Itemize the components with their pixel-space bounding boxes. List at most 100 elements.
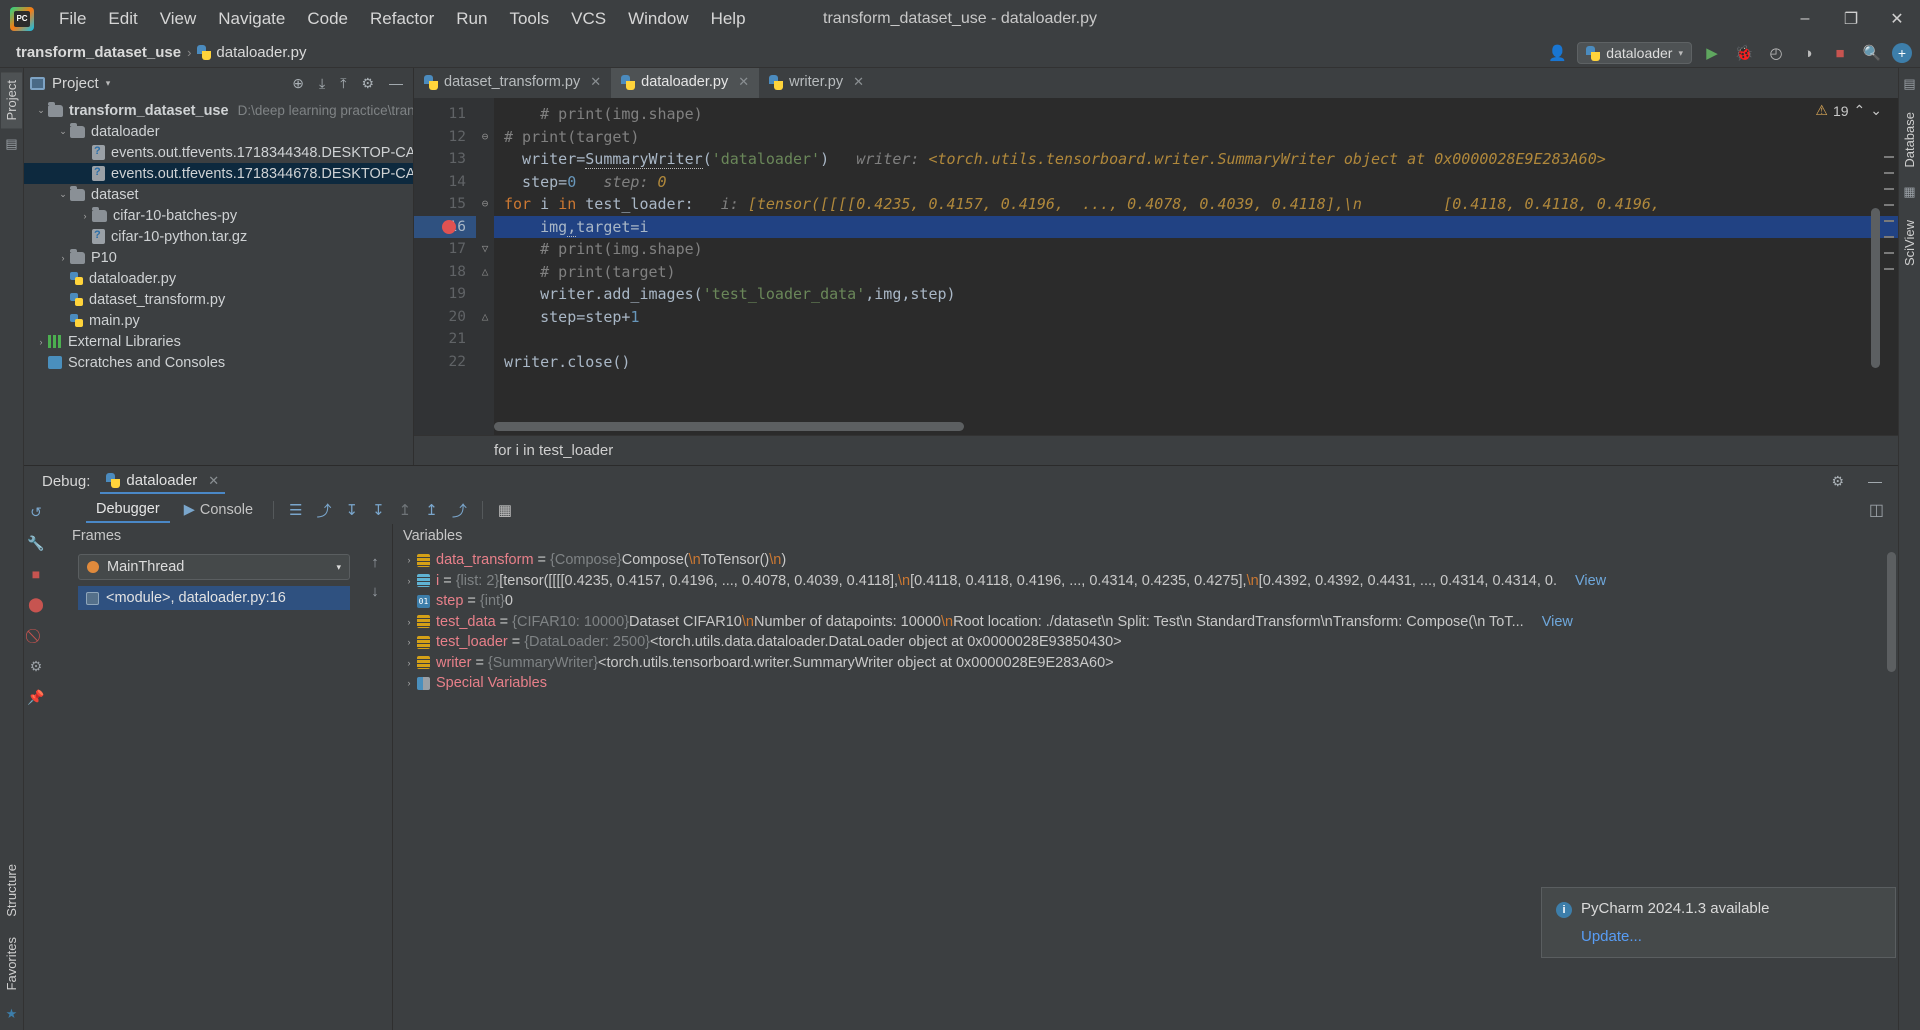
breadcrumb-file[interactable]: dataloader.py (216, 44, 306, 61)
line-number[interactable]: 11 (414, 103, 476, 126)
code-line[interactable]: img,target=i (494, 215, 1898, 238)
close-icon[interactable]: ✕ (208, 473, 219, 489)
sidebar-tab-favorites[interactable]: Favorites (1, 929, 22, 998)
line-number[interactable]: 13 (414, 148, 476, 171)
notification-update-link[interactable]: Update... (1581, 928, 1881, 945)
debug-layout-icon[interactable]: ◫ (1869, 500, 1898, 520)
project-tree[interactable]: ⌄ transform_dataset_use D:\deep learning p… (24, 98, 413, 465)
run-configuration-selector[interactable]: dataloader ▾ (1577, 42, 1692, 64)
editor-horizontal-scrollbar[interactable] (494, 422, 964, 431)
database-icon[interactable]: ▤ (1903, 76, 1915, 92)
tab-debugger[interactable]: Debugger (86, 497, 170, 523)
line-number[interactable]: 21 (414, 328, 476, 351)
line-number[interactable]: 18 (414, 261, 476, 284)
run-to-cursor-icon[interactable]: ⤴ (447, 500, 472, 521)
expand-arrow-icon[interactable]: › (401, 653, 417, 674)
maximize-button[interactable]: ❐ (1828, 0, 1874, 38)
view-link[interactable]: View (1542, 612, 1573, 633)
stop-icon[interactable]: ■ (1828, 41, 1852, 65)
pin-icon[interactable]: 📌 (27, 689, 44, 706)
close-button[interactable]: ✕ (1874, 0, 1920, 38)
tree-item[interactable]: ⌄ transform_dataset_use D:\deep learning p… (24, 100, 413, 121)
line-number[interactable]: 20 (414, 306, 476, 329)
search-icon[interactable]: 🔍 (1860, 41, 1884, 65)
expand-arrow-icon[interactable]: › (401, 550, 417, 571)
thread-selector[interactable]: MainThread ▾ (78, 554, 350, 580)
menu-view[interactable]: View (149, 9, 208, 29)
menu-tools[interactable]: Tools (498, 9, 560, 29)
tree-item[interactable]: · Scratches and Consoles (24, 352, 413, 373)
menu-code[interactable]: Code (296, 9, 359, 29)
tree-item[interactable]: · events.out.tfevents.1718344678.DESKTOP-… (24, 163, 413, 184)
code-line[interactable]: # print(target) (494, 261, 1898, 284)
line-number[interactable]: 12 (414, 126, 476, 149)
code-line[interactable]: # print(img.shape) (494, 103, 1898, 126)
close-icon[interactable]: ✕ (738, 74, 749, 90)
code-line[interactable]: step=step+1 (494, 306, 1898, 329)
run-icon[interactable]: ▶ (1700, 41, 1724, 65)
show-execution-point-icon[interactable]: ⤴ (312, 500, 337, 521)
sidebar-tab-structure[interactable]: Structure (1, 856, 22, 925)
mute-breakpoints-icon[interactable]: ⬤ (28, 596, 44, 613)
menu-edit[interactable]: Edit (97, 9, 148, 29)
code-fold-marker[interactable]: ▽ (476, 238, 494, 261)
line-number[interactable]: 15 (414, 193, 476, 216)
expand-arrow-icon[interactable]: › (401, 673, 417, 694)
expand-arrow-icon[interactable]: ⌄ (56, 189, 70, 200)
debug-icon[interactable]: 🐞 (1732, 41, 1756, 65)
code-folding-column[interactable]: ⊖ ⊖ ▽ △ △ (476, 98, 494, 435)
line-number[interactable]: 17 (414, 238, 476, 261)
breakpoint-icon[interactable] (442, 219, 456, 234)
variable-row[interactable]: › data_transform = {Compose} Compose(\n ToT… (393, 550, 1898, 571)
debug-session-tab[interactable]: dataloader ✕ (100, 468, 226, 494)
code-fold-marker[interactable]: ⊖ (476, 193, 494, 216)
move-up-icon[interactable]: ↑ (371, 554, 379, 571)
star-icon[interactable]: ★ (6, 1006, 18, 1022)
chevron-down-icon[interactable]: ▾ (106, 78, 111, 89)
editor-tab[interactable]: writer.py ✕ (759, 68, 874, 98)
code-fold-marker[interactable]: △ (476, 261, 494, 284)
minimize-button[interactable]: – (1782, 0, 1828, 38)
code-line[interactable]: writer.close() (494, 351, 1898, 374)
step-into-icon[interactable]: ↧ (367, 501, 390, 519)
inspection-next-icon[interactable]: ⌄ (1870, 102, 1882, 119)
sciview-icon[interactable]: ▦ (1903, 184, 1915, 200)
variable-row[interactable]: 01 step = {int} 0 (393, 591, 1898, 612)
expand-arrow-icon[interactable]: ⌄ (56, 126, 70, 137)
frame-list-item[interactable]: <module>, dataloader.py:16 (78, 586, 350, 610)
force-step-into-icon[interactable]: ↥ (394, 501, 417, 519)
debug-minimize-icon[interactable]: — (1864, 473, 1886, 489)
code-fold-marker[interactable]: △ (476, 306, 494, 329)
line-number[interactable]: 19 (414, 283, 476, 306)
debug-settings-icon[interactable]: ⚙ (1827, 473, 1848, 490)
wrench-icon[interactable]: 🔧 (27, 535, 44, 552)
line-number[interactable]: 14 (414, 171, 476, 194)
tree-item[interactable]: · events.out.tfevents.1718344348.DESKTOP-… (24, 142, 413, 163)
tree-item[interactable]: · dataloader.py (24, 268, 413, 289)
expand-arrow-icon[interactable]: › (78, 211, 92, 221)
tab-console[interactable]: ▶ Console (174, 498, 263, 522)
folder-icon[interactable]: ▤ (5, 136, 17, 152)
collapse-all-icon[interactable]: ⤒ (336, 75, 350, 92)
close-icon[interactable]: ✕ (853, 74, 864, 90)
variable-row[interactable]: › Special Variables (393, 673, 1898, 694)
sidebar-tab-sciview[interactable]: SciView (1899, 212, 1920, 274)
rerun-icon[interactable]: ↺ (30, 504, 42, 521)
profile-icon[interactable]: ◑ (1796, 41, 1820, 65)
expand-arrow-icon[interactable]: › (401, 632, 417, 653)
sidebar-tab-project[interactable]: Project (1, 72, 22, 129)
variable-row[interactable]: › i = {list: 2} [tensor([[[[0.4235, 0.4157,… (393, 571, 1898, 592)
move-down-icon[interactable]: ↓ (371, 583, 379, 600)
code-line[interactable] (494, 328, 1898, 351)
editor-tab-bar[interactable]: dataset_transform.py ✕ dataloader.py ✕ write… (414, 68, 1898, 98)
menu-run[interactable]: Run (445, 9, 498, 29)
coverage-icon[interactable]: ◴ (1764, 41, 1788, 65)
code-line[interactable]: writer.add_images('test_loader_data',img… (494, 283, 1898, 306)
editor-vertical-scrollbar[interactable] (1871, 208, 1880, 368)
close-icon[interactable]: ✕ (590, 74, 601, 90)
add-icon[interactable]: + (1892, 43, 1912, 63)
menu-window[interactable]: Window (617, 9, 699, 29)
tree-item[interactable]: · dataset_transform.py (24, 289, 413, 310)
view-link[interactable]: View (1575, 571, 1606, 592)
expand-arrow-icon[interactable]: › (34, 337, 48, 347)
